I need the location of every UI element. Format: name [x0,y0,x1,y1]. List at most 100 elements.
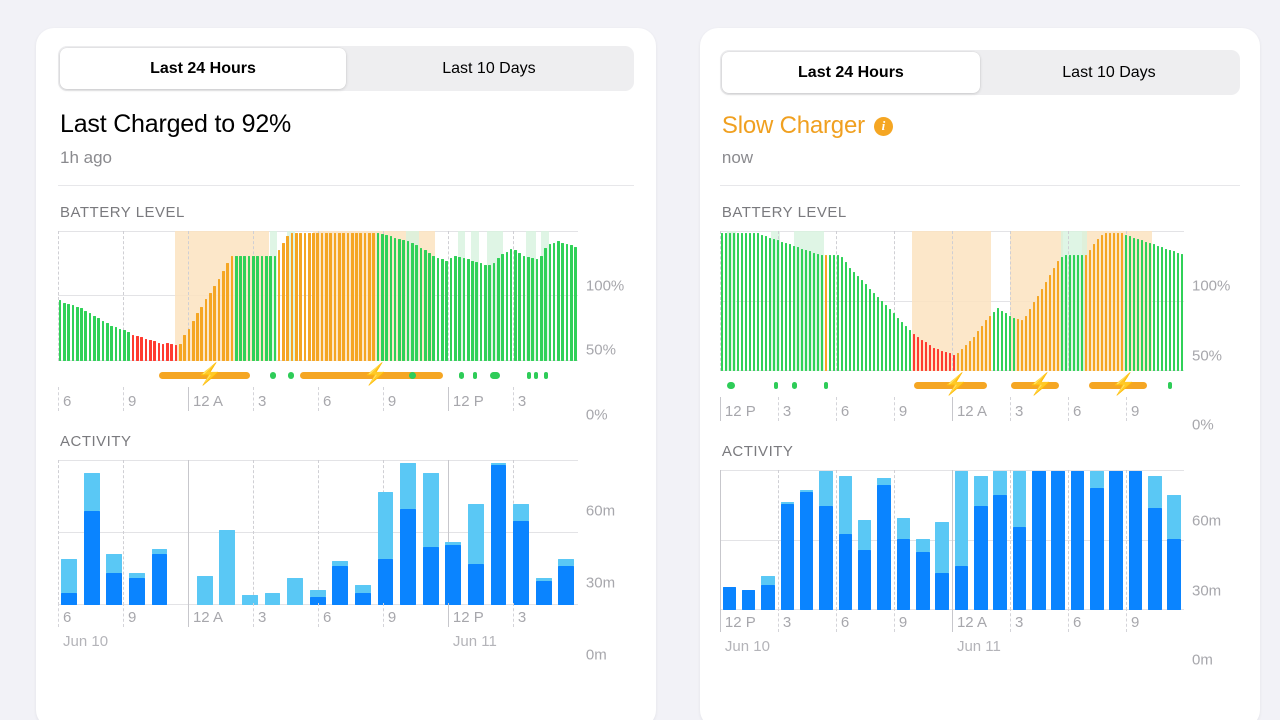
battery-bar [736,233,739,372]
divider-left [58,184,634,186]
battery-bar [1028,309,1032,372]
xaxis-label: 9 [1130,614,1140,632]
tab-last-24-hours-right[interactable]: Last 24 Hours [721,52,980,93]
battery-bar [756,233,759,372]
battery-plot-left[interactable] [58,230,578,361]
battery-bar [856,276,860,372]
battery-bar [1004,313,1008,372]
battery-bar [940,350,944,372]
battery-bar [932,347,936,372]
activity-chart-row-right: 12 P 3 6 9 12 A 3 6 9 Jun 10 Jun 11 0m 30m 60m [719,470,1240,669]
xaxis-label: 9 [898,403,908,421]
tab-last-10-days-left[interactable]: Last 10 Days [346,48,632,89]
battery-bar [256,255,259,361]
activity-yaxis-right: 0m 30m 60m [1184,470,1240,669]
info-icon[interactable]: i [873,116,893,136]
battery-bar [760,234,763,372]
battery-bar [355,232,358,361]
activity-bar-screen-on [355,592,371,605]
xaxis-tick [382,602,384,627]
charging-bolt-icon: ⚡ [942,373,970,397]
battery-level-label-right: BATTERY LEVEL [721,204,847,222]
battery-bar [1140,240,1144,372]
battery-plot-right[interactable] [719,231,1184,372]
yaxis-label: 30m [1192,582,1222,600]
battery-bar [402,240,406,361]
battery-bar [936,349,940,372]
activity-bar-screen-off [196,575,213,605]
battery-bar [548,244,552,361]
xaxis-tick [58,386,59,411]
battery-bar [333,232,337,361]
activity-bar-screen-off [377,491,394,559]
activity-bar-screen-off [780,501,795,504]
battery-bar [1180,254,1184,372]
battery-bar [1120,233,1124,372]
battery-bar [522,255,526,361]
xaxis-label: 3 [1014,614,1024,632]
screen-on-indicator [489,371,500,379]
battery-bar [1060,256,1064,372]
activity-bar-screen-off [1012,471,1027,527]
battery-bar [804,249,808,372]
battery-xaxis-right: 12 P 3 6 9 12 A 3 6 9 [719,397,1184,425]
activity-plot-left[interactable] [58,459,578,605]
xaxis-label: 12 A [192,608,223,626]
activity-bar-screen-off [1148,476,1162,509]
battery-bar [820,255,824,372]
activity-plot-right[interactable] [719,470,1184,611]
battery-charge-strip-left: ⚡ ⚡ [58,363,578,389]
battery-bar [492,263,496,361]
battery-bar [1144,241,1148,372]
xaxis-tick [1067,608,1069,633]
tab-last-24-hours-left[interactable]: Last 24 Hours [60,48,346,89]
battery-bar [996,307,1000,372]
battery-bar [178,343,182,361]
battery-bar [295,232,298,361]
screen-on-indicator [459,371,464,379]
battery-bar [191,320,195,361]
battery-xaxis-left: 6 9 12 A 3 6 9 12 P 3 [58,386,578,415]
battery-bar [350,232,354,361]
activity-bar-screen-on [935,573,949,611]
activity-bar-screen-on [445,544,462,605]
xaxis-tick [187,386,189,411]
battery-bar [980,325,984,372]
yaxis-label: 60m [1192,512,1222,530]
status-block-right: Slow Charger i now [720,95,1240,168]
battery-bar [1096,238,1100,372]
activity-bar-screen-off [241,594,258,605]
activity-bar-screen-on [1051,471,1065,611]
screen-on-indicator [543,371,548,379]
activity-bar-screen-on [1128,471,1143,611]
tab-last-10-days-right[interactable]: Last 10 Days [980,52,1238,93]
activity-bar-screen-off [535,578,552,581]
activity-bar-screen-on [819,506,833,611]
activity-bar-screen-on [400,508,417,605]
status-subtitle-left: 1h ago [60,147,112,167]
battery-bar [527,256,530,361]
xaxis-label: 12 P [452,608,484,626]
xaxis-tick [893,608,895,633]
battery-bar [380,233,384,361]
screen-on-indicator [526,371,532,379]
time-range-segmented-control-left[interactable]: Last 24 Hours Last 10 Days [58,46,634,91]
battery-bar [984,320,988,372]
xaxis-tick [122,602,124,627]
xaxis-tick [893,397,895,422]
battery-bar [852,272,856,372]
charging-bolt-icon: ⚡ [1110,373,1137,397]
time-range-segmented-control-right[interactable]: Last 24 Hours Last 10 Days [719,50,1240,95]
activity-bar-screen-off [490,462,507,466]
battery-bar [320,232,324,361]
battery-bar [196,313,199,361]
xaxis-tick [1009,608,1011,633]
battery-bar [449,258,453,361]
activity-bar-screen-on [857,550,872,611]
day-label: Jun 11 [452,632,497,650]
battery-bar [808,251,812,372]
xaxis-label: 6 [322,392,332,410]
battery-bar [264,255,268,361]
battery-bar [312,232,315,361]
battery-bar [204,299,208,361]
